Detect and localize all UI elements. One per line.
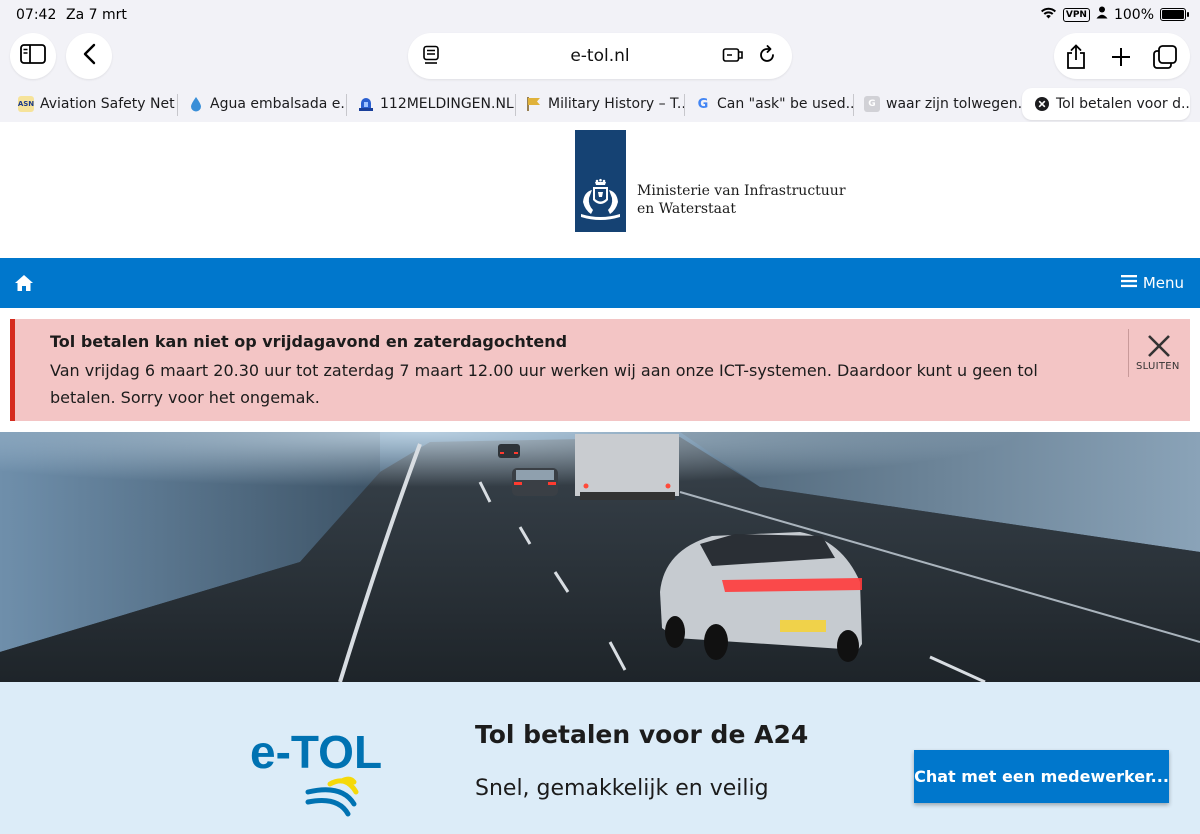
tab-agua-embalsada[interactable]: Agua embalsada e...	[176, 88, 346, 120]
address-bar[interactable]: e-tol.nl	[408, 33, 792, 79]
tab-military-history[interactable]: Military History – T...	[514, 88, 684, 120]
alert-body: Van vrijdag 6 maart 20.30 uur tot zaterd…	[50, 361, 1038, 407]
tab-label: Tol betalen voor d...	[1056, 96, 1190, 112]
tab-label: waar zijn tolwegen...	[886, 96, 1022, 112]
toolbar-actions	[1054, 33, 1190, 79]
alert-close-label: SLUITEN	[1136, 361, 1180, 372]
sidebar-toggle-button[interactable]	[10, 33, 56, 79]
etol-logo-graphic: e-TOL	[250, 726, 382, 817]
tab-112meldingen[interactable]: 112MELDINGEN.NL...	[346, 88, 516, 120]
flag-icon	[526, 96, 542, 112]
tab-can-ask[interactable]: G Can "ask" be used...	[683, 88, 853, 120]
promo-subtitle: Snel, gemakkelijk en veilig	[475, 776, 769, 801]
hamburger-icon	[1120, 274, 1137, 292]
water-drop-icon	[188, 96, 204, 112]
chevron-left-icon	[82, 43, 96, 69]
tab-label: Military History – T...	[548, 96, 684, 112]
ministry-line-2: en Waterstaat	[637, 201, 737, 217]
alert-title: Tol betalen kan niet op vrijdagavond en …	[50, 332, 568, 351]
close-tab-icon[interactable]	[1034, 96, 1050, 112]
new-tab-icon[interactable]	[1110, 46, 1132, 72]
maintenance-alert: Tol betalen kan niet op vrijdagavond en …	[10, 319, 1190, 421]
alert-close-button[interactable]: SLUITEN	[1128, 329, 1186, 377]
home-icon[interactable]	[14, 274, 34, 296]
battery-percent: 100%	[1113, 6, 1154, 23]
tab-aviation-safety[interactable]: ASN Aviation Safety Net...	[6, 88, 176, 120]
tab-label: Can "ask" be used...	[717, 96, 853, 112]
google-favicon: G	[697, 96, 709, 112]
sidebar-icon	[20, 44, 46, 68]
screen: 07:42 Za 7 mrt VPN 100% e-tol.nl ASN Avi…	[0, 0, 1200, 834]
rijksoverheid-logo[interactable]	[575, 130, 626, 232]
status-bar: 07:42 Za 7 mrt VPN 100%	[0, 0, 1200, 32]
tab-label: Agua embalsada e...	[210, 96, 346, 112]
promo-section: e-TOL Tol betalen voor de A24 Snel, gema…	[0, 682, 1200, 834]
main-navbar: Menu	[0, 258, 1200, 308]
generic-favicon: G	[864, 96, 880, 112]
battery-icon	[1160, 8, 1189, 21]
status-time: 07:42	[16, 7, 57, 23]
menu-label: Menu	[1142, 274, 1184, 292]
status-right: VPN 100%	[1040, 6, 1189, 23]
coat-of-arms-icon	[581, 178, 620, 220]
tab-tolwegen[interactable]: G waar zijn tolwegen...	[852, 88, 1022, 120]
reload-icon[interactable]	[757, 45, 777, 69]
hero-image-tunnel	[0, 432, 1200, 682]
ministry-name: Ministerie van Infrastructuur en Waterst…	[637, 182, 846, 218]
etol-logo-text: e-TOL	[250, 726, 382, 778]
promo-title: Tol betalen voor de A24	[475, 720, 809, 749]
tab-label: 112MELDINGEN.NL...	[380, 96, 516, 112]
vpn-badge: VPN	[1062, 7, 1090, 22]
tabs-overview-icon[interactable]	[1152, 44, 1178, 74]
status-date: Za 7 mrt	[66, 7, 127, 23]
tab-tol-betalen[interactable]: Tol betalen voor d...	[1022, 88, 1190, 120]
back-button[interactable]	[66, 33, 112, 79]
tunnel-road-illustration	[0, 432, 1200, 682]
web-content: Ministerie van Infrastructuur en Waterst…	[0, 122, 1200, 834]
tab-bar: ASN Aviation Safety Net... Agua embalsad…	[0, 86, 1200, 122]
asn-favicon: ASN	[18, 96, 34, 112]
share-icon[interactable]	[1064, 44, 1088, 74]
person-icon	[1096, 6, 1108, 23]
siren-icon	[358, 96, 374, 112]
tab-label: Aviation Safety Net...	[40, 96, 176, 112]
wifi-icon	[1040, 6, 1057, 23]
reader-extension-icon[interactable]	[722, 45, 744, 69]
menu-button[interactable]: Menu	[1120, 274, 1184, 292]
browser-toolbar: e-tol.nl	[0, 32, 1200, 86]
close-icon	[1147, 334, 1171, 362]
etol-logo[interactable]: e-TOL	[250, 722, 410, 821]
ministry-line-1: Ministerie van Infrastructuur	[637, 183, 846, 199]
chat-with-agent-button[interactable]: Chat met een medewerker...	[914, 750, 1169, 803]
